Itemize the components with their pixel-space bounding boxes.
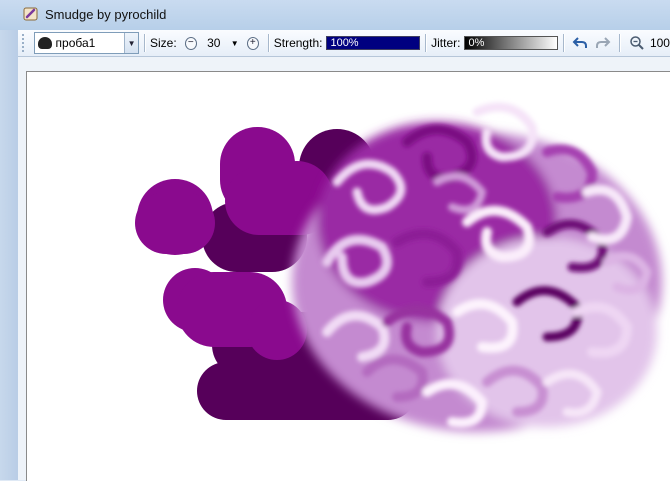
chevron-down-icon[interactable]: ▼	[124, 33, 139, 53]
size-decrease-button[interactable]: −	[184, 36, 197, 50]
size-label: Size:	[150, 36, 177, 50]
jitter-label: Jitter:	[431, 36, 461, 50]
zoom-value[interactable]: 100	[650, 36, 670, 50]
brush-name: проба1	[55, 36, 96, 50]
toolbar: проба1 ▼ Size: − 30 ▼ + Strength: 100% J…	[18, 30, 670, 57]
undo-icon	[573, 37, 588, 48]
separator	[425, 34, 427, 52]
window-title: Smudge by pyrochild	[45, 7, 167, 22]
title-bar: Smudge by pyrochild	[0, 0, 670, 31]
size-value[interactable]: 30	[201, 36, 227, 50]
app-icon	[23, 7, 38, 21]
zoom-button[interactable]	[628, 34, 645, 52]
redo-button[interactable]	[595, 34, 612, 52]
redo-icon	[596, 37, 611, 48]
jitter-value: 0%	[468, 37, 485, 49]
painting	[135, 102, 662, 432]
jitter-slider[interactable]: 0%	[464, 36, 559, 50]
separator	[144, 34, 145, 52]
strength-label: Strength:	[273, 36, 323, 50]
separator	[619, 34, 621, 52]
brush-select[interactable]: проба1 ▼	[33, 32, 140, 54]
strength-slider[interactable]: 100%	[326, 36, 421, 50]
window-frame	[0, 30, 18, 480]
drawing-canvas[interactable]	[26, 71, 670, 481]
size-increase-button[interactable]: +	[246, 36, 259, 50]
strength-value: 100%	[330, 37, 359, 49]
brush-thumbnail-icon	[37, 37, 52, 49]
canvas-area	[18, 57, 670, 481]
undo-button[interactable]	[572, 34, 589, 52]
separator	[267, 34, 269, 52]
toolbar-grip[interactable]	[22, 34, 30, 52]
size-dropdown-icon[interactable]: ▼	[231, 39, 239, 48]
separator	[563, 34, 565, 52]
magnifier-icon	[629, 36, 644, 50]
